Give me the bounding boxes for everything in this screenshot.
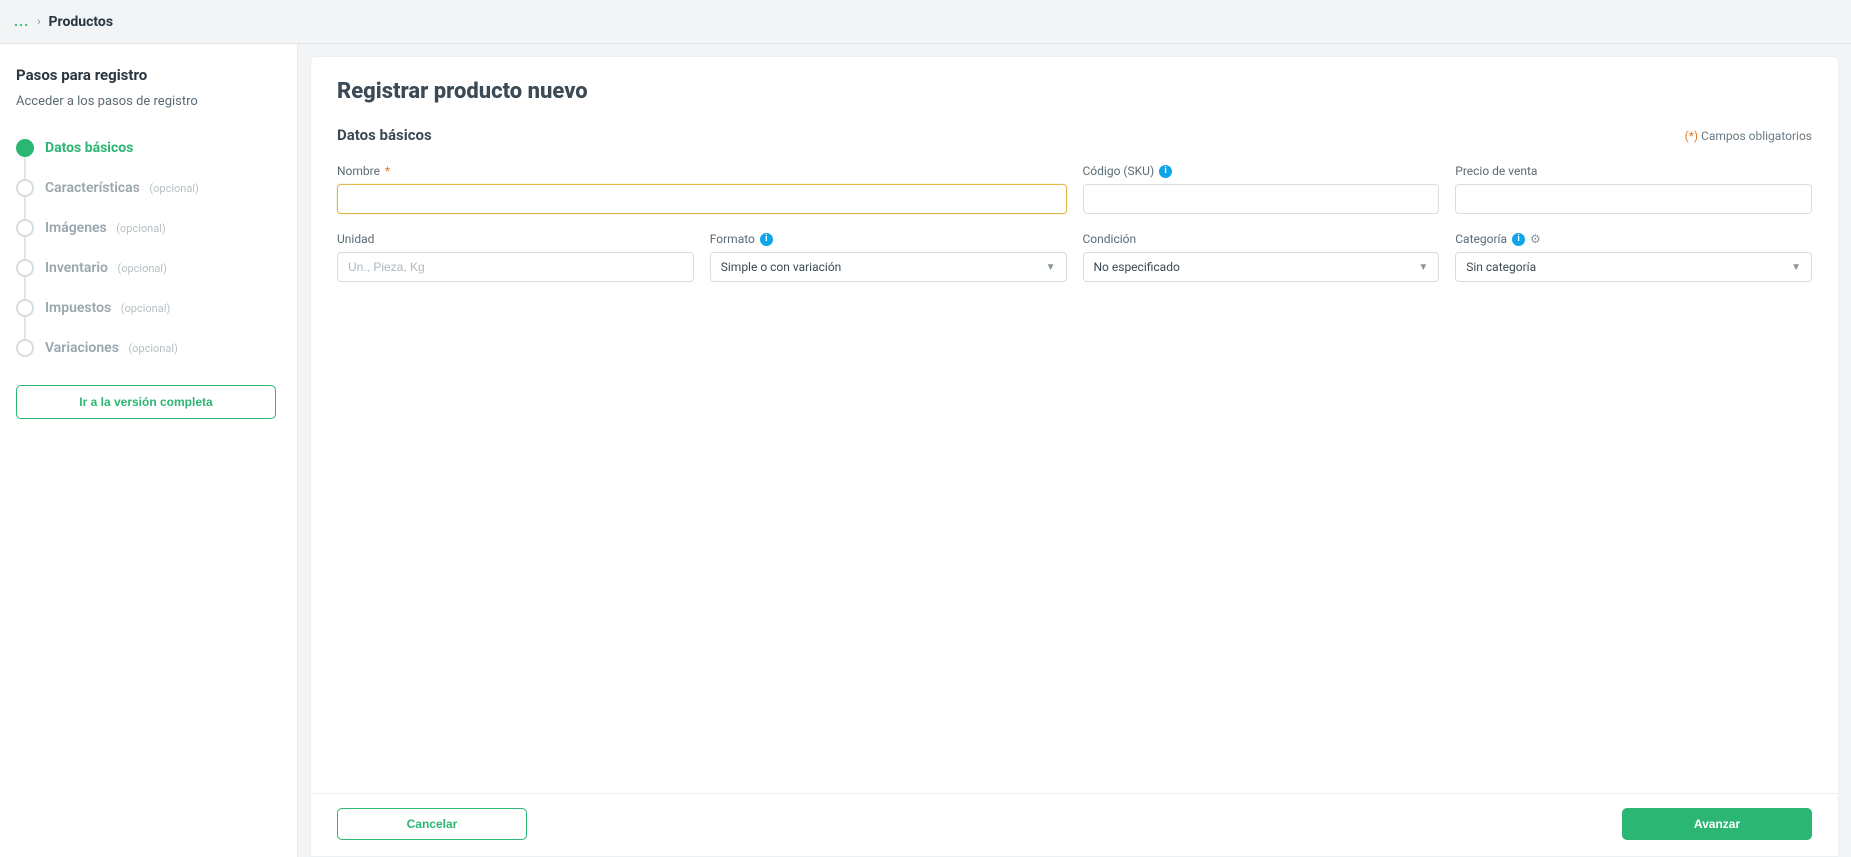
precio-input[interactable] — [1455, 184, 1812, 214]
required-fields-note: (*) Campos obligatorios — [1685, 129, 1812, 143]
unidad-label: Unidad — [337, 232, 694, 246]
sidebar-subtitle: Acceder a los pasos de registro — [16, 94, 281, 109]
step-label: Variaciones (opcional) — [45, 340, 178, 356]
info-icon[interactable]: i — [1159, 165, 1172, 178]
step-variaciones[interactable]: Variaciones (opcional) — [16, 339, 281, 357]
sku-label: Código (SKU) i — [1083, 164, 1440, 178]
chevron-down-icon: ▼ — [1046, 262, 1056, 273]
step-dot-icon — [16, 259, 34, 277]
formato-select[interactable]: Simple o con variación ▼ — [710, 252, 1067, 282]
nombre-label: Nombre * — [337, 164, 1067, 178]
nombre-input[interactable] — [337, 184, 1067, 214]
full-version-button[interactable]: Ir a la versión completa — [16, 385, 276, 419]
steps-list: Datos básicos Características (opcional)… — [16, 139, 281, 357]
step-dot-icon — [16, 219, 34, 237]
precio-label: Precio de venta — [1455, 164, 1812, 178]
step-inventario[interactable]: Inventario (opcional) — [16, 259, 281, 277]
step-label: Imágenes (opcional) — [45, 220, 166, 236]
categoria-select[interactable]: Sin categoría ▼ — [1455, 252, 1812, 282]
step-impuestos[interactable]: Impuestos (opcional) — [16, 299, 281, 317]
sku-input[interactable] — [1083, 184, 1440, 214]
info-icon[interactable]: i — [760, 233, 773, 246]
next-button[interactable]: Avanzar — [1622, 808, 1812, 840]
gear-icon[interactable]: ⚙ — [1530, 232, 1541, 246]
step-dot-icon — [16, 299, 34, 317]
breadcrumb: ... › Productos — [0, 0, 1851, 44]
sidebar: Pasos para registro Acceder a los pasos … — [0, 44, 298, 857]
breadcrumb-current: Productos — [49, 14, 114, 30]
footer-bar: Cancelar Avanzar — [311, 793, 1838, 856]
info-icon[interactable]: i — [1512, 233, 1525, 246]
condicion-label: Condición — [1083, 232, 1440, 246]
chevron-down-icon: ▼ — [1418, 262, 1428, 273]
step-label: Impuestos (opcional) — [45, 300, 170, 316]
condicion-select[interactable]: No especificado ▼ — [1083, 252, 1440, 282]
step-dot-icon — [16, 339, 34, 357]
step-dot-icon — [16, 139, 34, 157]
section-title: Datos básicos — [337, 126, 432, 144]
step-label: Características (opcional) — [45, 180, 199, 196]
categoria-label: Categoría i ⚙ — [1455, 232, 1812, 246]
sidebar-title: Pasos para registro — [16, 66, 281, 84]
chevron-right-icon: › — [37, 15, 40, 28]
breadcrumb-ellipsis[interactable]: ... — [14, 14, 29, 30]
step-caracteristicas[interactable]: Características (opcional) — [16, 179, 281, 197]
step-label: Inventario (opcional) — [45, 260, 167, 276]
step-imagenes[interactable]: Imágenes (opcional) — [16, 219, 281, 237]
formato-label: Formato i — [710, 232, 1067, 246]
cancel-button[interactable]: Cancelar — [337, 808, 527, 840]
step-label: Datos básicos — [45, 140, 133, 156]
step-dot-icon — [16, 179, 34, 197]
chevron-down-icon: ▼ — [1791, 262, 1801, 273]
unidad-input[interactable] — [337, 252, 694, 282]
page-title: Registrar producto nuevo — [337, 79, 1812, 104]
content-panel: Registrar producto nuevo Datos básicos (… — [310, 56, 1839, 857]
step-datos-basicos[interactable]: Datos básicos — [16, 139, 281, 157]
